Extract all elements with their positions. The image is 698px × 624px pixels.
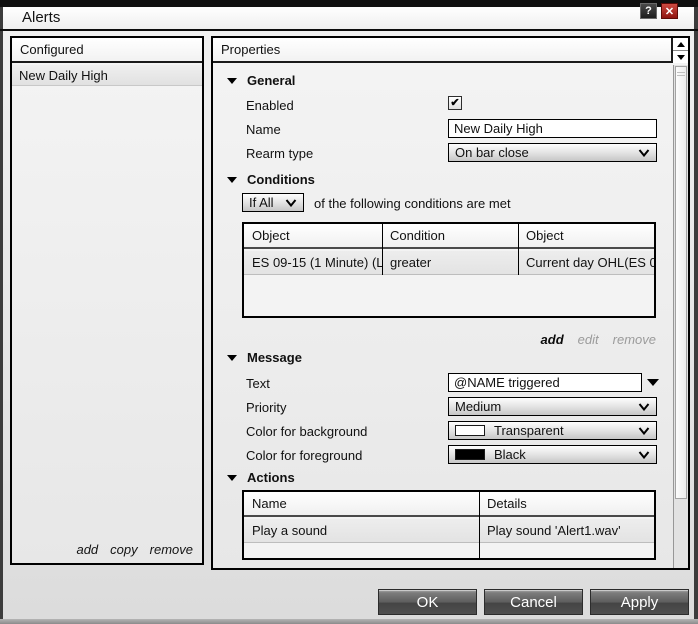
enabled-checkbox[interactable]: ✔ xyxy=(448,96,462,110)
conditions-section-header[interactable]: Conditions xyxy=(227,172,315,187)
condition-object-cell: ES 09-15 (1 Minute) (Lc xyxy=(244,251,382,274)
window-bottom-border xyxy=(0,619,698,624)
chevron-down-icon xyxy=(638,451,650,459)
column-divider xyxy=(518,224,519,275)
vertical-scrollbar[interactable] xyxy=(673,65,688,568)
properties-panel: Properties General Enabled ✔ Name New Da… xyxy=(211,36,690,570)
condition-match-value: If All xyxy=(249,195,274,210)
action-details-cell: Play sound 'Alert1.wav' xyxy=(479,519,654,542)
configured-header-label: Configured xyxy=(20,42,84,57)
column-divider xyxy=(479,492,480,558)
close-icon[interactable]: ✕ xyxy=(661,3,678,19)
scroll-down-button[interactable] xyxy=(673,51,688,63)
condition-operator-cell: greater xyxy=(382,251,518,274)
background-color-label: Color for background xyxy=(246,424,367,439)
foreground-color-swatch xyxy=(455,449,485,460)
help-button[interactable]: ? xyxy=(640,3,657,19)
scroll-up-button[interactable] xyxy=(673,38,688,51)
check-icon: ✔ xyxy=(450,98,459,109)
collapse-arrow-icon xyxy=(227,475,237,481)
column-header: Condition xyxy=(382,224,518,247)
collapse-arrow-icon xyxy=(227,177,237,183)
alert-item-label: New Daily High xyxy=(19,68,108,83)
name-label: Name xyxy=(246,122,281,137)
configured-links: add copy remove xyxy=(76,542,193,557)
properties-panel-header: Properties xyxy=(213,38,688,63)
priority-label: Priority xyxy=(246,400,286,415)
background-color-select[interactable]: Transparent xyxy=(448,421,657,440)
window-right-border xyxy=(694,7,698,619)
collapse-arrow-icon xyxy=(227,78,237,84)
condition-match-select[interactable]: If All xyxy=(242,193,304,212)
conditions-table[interactable]: Object Condition Object ES 09-15 (1 Minu… xyxy=(242,222,656,318)
rearm-type-label: Rearm type xyxy=(246,146,313,161)
general-section-header[interactable]: General xyxy=(227,73,295,88)
message-text-dropdown-icon[interactable] xyxy=(647,379,659,386)
properties-header-label: Properties xyxy=(221,42,280,57)
window-title: Alerts xyxy=(22,9,60,26)
general-section-title: General xyxy=(247,73,295,88)
name-input[interactable]: New Daily High xyxy=(448,119,657,138)
condition-match-text: of the following conditions are met xyxy=(314,196,511,211)
message-text-value: @NAME triggered xyxy=(454,375,560,390)
foreground-color-label: Color for foreground xyxy=(246,448,362,463)
collapse-arrow-icon xyxy=(227,355,237,361)
chevron-down-icon xyxy=(638,149,650,157)
condition-edit-link[interactable]: edit xyxy=(578,332,599,347)
background-color-value: Transparent xyxy=(494,423,564,438)
alerts-dialog: Alerts ? ✕ Configured New Daily High add… xyxy=(0,0,698,624)
message-section-header[interactable]: Message xyxy=(227,350,302,365)
column-header: Details xyxy=(479,492,654,515)
actions-section-header[interactable]: Actions xyxy=(227,470,295,485)
condition-remove-link[interactable]: remove xyxy=(613,332,656,347)
column-header: Object xyxy=(244,224,382,247)
background-color-swatch xyxy=(455,425,485,436)
action-name-cell: Play a sound xyxy=(244,519,479,542)
chevron-down-icon xyxy=(638,403,650,411)
action-row[interactable]: Play a sound Play sound 'Alert1.wav' xyxy=(244,519,654,543)
alert-copy-link[interactable]: copy xyxy=(110,542,137,557)
title-bar[interactable]: Alerts xyxy=(3,7,694,29)
condition-row[interactable]: ES 09-15 (1 Minute) (Lc greater Current … xyxy=(244,251,654,275)
conditions-table-header-row: Object Condition Object xyxy=(244,224,654,249)
scroll-spinner xyxy=(671,38,688,63)
condition-object2-cell: Current day OHL(ES 09 xyxy=(518,251,654,274)
configured-panel-header: Configured xyxy=(12,38,202,63)
actions-table[interactable]: Name Details Play a sound Play sound 'Al… xyxy=(242,490,656,560)
chevron-down-icon xyxy=(285,199,297,207)
priority-value: Medium xyxy=(455,399,501,414)
condition-add-link[interactable]: add xyxy=(541,332,564,347)
apply-button[interactable]: Apply xyxy=(590,589,689,615)
priority-select[interactable]: Medium xyxy=(448,397,657,416)
arrow-down-icon xyxy=(677,55,685,60)
scrollbar-thumb[interactable] xyxy=(675,66,687,499)
actions-section-title: Actions xyxy=(247,470,295,485)
ok-button[interactable]: OK xyxy=(378,589,477,615)
conditions-section-title: Conditions xyxy=(247,172,315,187)
chevron-down-icon xyxy=(638,427,650,435)
column-header: Object xyxy=(518,224,654,247)
rearm-type-value: On bar close xyxy=(455,145,529,160)
configured-panel: Configured New Daily High add copy remov… xyxy=(10,36,204,565)
rearm-type-select[interactable]: On bar close xyxy=(448,143,657,162)
message-text-input[interactable]: @NAME triggered xyxy=(448,373,642,392)
enabled-label: Enabled xyxy=(246,98,294,113)
cancel-button[interactable]: Cancel xyxy=(484,589,583,615)
column-divider xyxy=(382,224,383,275)
foreground-color-value: Black xyxy=(494,447,526,462)
name-input-value: New Daily High xyxy=(454,121,543,136)
conditions-links: add edit remove xyxy=(242,332,656,347)
column-header: Name xyxy=(244,492,479,515)
alert-remove-link[interactable]: remove xyxy=(150,542,193,557)
scrollbar-grip-icon xyxy=(677,72,685,76)
alert-add-link[interactable]: add xyxy=(76,542,98,557)
window-top-border xyxy=(0,0,698,7)
actions-table-header-row: Name Details xyxy=(244,492,654,517)
message-text-label: Text xyxy=(246,376,270,391)
alert-list-item-selected[interactable]: New Daily High xyxy=(12,65,202,86)
message-section-title: Message xyxy=(247,350,302,365)
foreground-color-select[interactable]: Black xyxy=(448,445,657,464)
arrow-up-icon xyxy=(677,42,685,47)
